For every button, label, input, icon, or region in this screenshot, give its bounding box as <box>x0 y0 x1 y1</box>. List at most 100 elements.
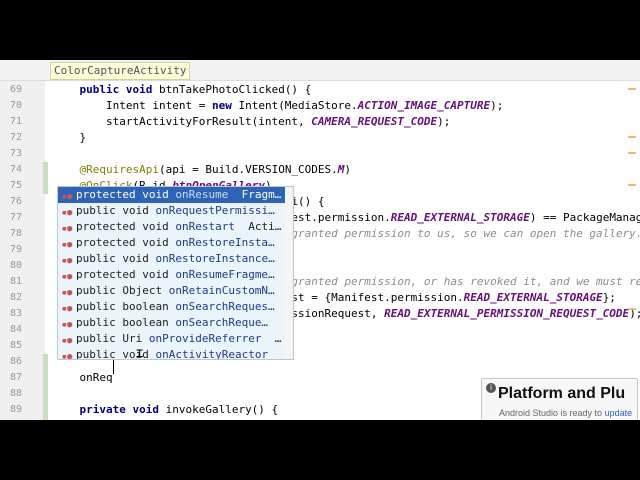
line-number: 78 <box>9 228 22 239</box>
code-token: Intent intent = <box>53 99 212 112</box>
code-line: @RequiresApi(api = Build.VERSION_CODES.M… <box>53 162 352 178</box>
autocomplete-item[interactable]: ▪● protected void onResumeFragme… <box>58 267 285 283</box>
code-line: onReq <box>53 370 113 386</box>
autocomplete-item[interactable]: ▪● protected void onRestart Acti… <box>58 219 285 235</box>
code-token: Intent(Intent. <box>238 419 331 420</box>
method-icon: ▪● <box>61 336 73 346</box>
code-token: onReq <box>53 371 113 384</box>
autocomplete-signature: public boolean <box>76 316 176 329</box>
line-number: 87 <box>9 372 22 383</box>
error-stripe-mark[interactable] <box>628 308 636 310</box>
autocomplete-item[interactable]: ▪● public void onActivityReactor <box>58 347 285 360</box>
line-number: 82 <box>9 292 22 303</box>
code-token: READ_EXTERNAL_STORAGE <box>463 291 603 304</box>
line-number-gutter: 69 70 71 72 73 74 75 76 77 78 79 80 81 82 83 84 85 86 87 88… <box>0 81 45 420</box>
code-token: ); <box>490 99 504 112</box>
autocomplete-item[interactable]: ▪● protected void onResume Fragm… <box>58 187 285 203</box>
method-icon: ▪● <box>61 256 73 266</box>
code-token: READ_EXTERNAL_PERMISSION_REQUEST_CODE <box>384 307 630 320</box>
line-number: 71 <box>9 116 22 127</box>
autocomplete-item[interactable]: ▪● public boolean onSearchReques… <box>58 299 285 315</box>
autocomplete-item[interactable]: ▪● public boolean onSearchReque… <box>58 315 285 331</box>
autocomplete-item[interactable]: ▪● public void onRestoreInstance… <box>58 251 285 267</box>
line-number: 90 <box>0 418 22 420</box>
code-token: (api = Build.VERSION_CODES. <box>158 163 338 176</box>
change-marker <box>43 354 48 370</box>
code-line: startActivityForResult(intent, CAMERA_RE… <box>53 114 450 130</box>
code-token: i() { <box>291 195 325 208</box>
update-notification[interactable]: i Platform and Plu Android Studio is rea… <box>481 378 638 420</box>
code-token: } <box>53 131 87 144</box>
info-icon: i <box>486 383 496 393</box>
autocomplete-method-name: onRestart <box>175 220 235 233</box>
autocomplete-signature: protected void <box>76 236 176 249</box>
autocomplete-signature: protected void <box>76 220 176 233</box>
autocomplete-popup[interactable]: ▪● protected void onResume Fragm… ▪● public… <box>57 186 294 360</box>
error-stripe-mark[interactable] <box>628 152 636 154</box>
breadcrumb-bar: ColorCaptureActivity <box>0 60 640 81</box>
code-token: new <box>212 419 239 420</box>
line-number: 75 <box>9 180 22 191</box>
method-icon: ▪● <box>61 304 73 314</box>
code-token: est.permission. <box>291 211 391 224</box>
notification-subtitle: Android Studio is ready to <box>499 408 605 418</box>
autocomplete-method-name: onRestoreInsta… <box>175 236 275 249</box>
update-link[interactable]: update <box>605 408 633 418</box>
autocomplete-method-name: onProvideReferrer <box>148 332 262 345</box>
autocomplete-signature: protected void <box>76 268 176 281</box>
method-icon: ▪● <box>61 240 73 250</box>
change-marker <box>43 386 48 402</box>
mouse-cursor-icon: ⌶ <box>136 346 144 360</box>
code-token: ); <box>404 419 417 420</box>
code-token: READ_EXTERNAL_STORAGE <box>390 211 530 224</box>
line-number: 85 <box>9 340 22 351</box>
autocomplete-item[interactable]: ▪● protected void onRestoreInsta… <box>58 235 285 251</box>
method-icon: ▪● <box>61 352 73 360</box>
autocomplete-signature: protected void <box>76 188 176 201</box>
code-token: ); <box>437 115 451 128</box>
change-marker <box>43 162 48 178</box>
code-token: granted permission to us, so we can open… <box>291 227 640 240</box>
line-number: 88 <box>9 388 22 399</box>
code-token: st = {Manifest.permission. <box>291 291 464 304</box>
autocomplete-item[interactable]: ▪● public Object onRetainCustomN… <box>58 283 285 299</box>
code-token: ) <box>344 163 352 176</box>
line-number: 83 <box>9 308 22 319</box>
error-stripe-mark[interactable] <box>628 184 636 186</box>
notification-title: Platform and Plu <box>498 385 626 402</box>
method-icon: ▪● <box>61 208 73 218</box>
code-token: invokeGallery() { <box>165 403 279 416</box>
autocomplete-signature: public Object <box>76 284 169 297</box>
error-stripe-mark[interactable] <box>628 88 636 90</box>
code-token: new <box>211 99 239 112</box>
line-number: 70 <box>9 100 22 111</box>
autocomplete-item[interactable]: ▪● public void onRequestPermissi… <box>58 203 285 219</box>
autocomplete-method-name: onResumeFragme… <box>175 268 275 281</box>
autocomplete-signature: public void <box>76 204 156 217</box>
code-token: startActivityForResult(intent, <box>53 115 312 128</box>
change-marker <box>43 418 48 420</box>
line-number: 73 <box>9 148 22 159</box>
method-icon: ▪● <box>61 224 73 234</box>
code-line: } <box>53 130 86 146</box>
line-number: 84 <box>9 324 22 335</box>
autocomplete-type: … <box>261 332 282 345</box>
line-number: 77 <box>9 212 22 223</box>
method-icon: ▪● <box>61 272 73 282</box>
line-number: 72 <box>9 132 22 143</box>
method-icon: ▪● <box>61 320 73 330</box>
code-line: private void invokeGallery() { <box>53 402 279 418</box>
autocomplete-item[interactable]: ▪● public Uri onProvideReferrer … <box>58 331 285 347</box>
autocomplete-signature: public void <box>76 252 156 265</box>
line-number: 86 <box>9 356 22 367</box>
code-token: btnTakePhotoClicked() { <box>158 83 312 96</box>
autocomplete-scrollbar[interactable] <box>285 187 293 359</box>
line-number: 69 <box>9 84 22 95</box>
error-stripe-mark[interactable] <box>628 136 636 138</box>
autocomplete-type: Acti… <box>234 220 282 233</box>
code-line: Intent intent = new Intent(MediaStore.AC… <box>53 98 503 114</box>
code-token: }; <box>602 291 616 304</box>
code-token: ACTION_PICK <box>331 419 404 420</box>
breadcrumb-class[interactable]: ColorCaptureActivity <box>50 62 191 80</box>
